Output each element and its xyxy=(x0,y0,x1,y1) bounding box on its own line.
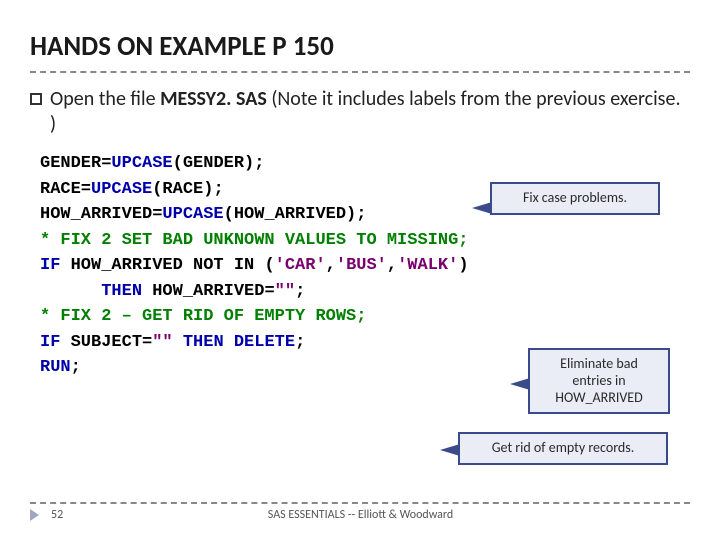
bullet-icon xyxy=(30,93,42,105)
footer: 52 SAS ESSENTIALS -- Elliott & Woodward xyxy=(30,508,690,522)
bullet-item: Open the file MESSY2. SAS (Note it inclu… xyxy=(30,87,690,137)
slide-title: HANDS ON EXAMPLE P 150 xyxy=(30,30,690,63)
title-underline xyxy=(30,71,690,73)
callout-empty-records: Get rid of empty records. xyxy=(458,432,668,465)
bullet-bold: MESSY2. SAS xyxy=(160,87,267,111)
bullet-prefix: Open the file xyxy=(50,87,160,111)
bullet-text: Open the file MESSY2. SAS (Note it inclu… xyxy=(50,87,690,137)
footer-text: SAS ESSENTIALS -- Elliott & Woodward xyxy=(31,508,690,522)
callout-eliminate-bad: Eliminate bad entries in HOW_ARRIVED xyxy=(528,348,670,414)
slide: HANDS ON EXAMPLE P 150 Open the file MES… xyxy=(0,0,720,540)
callout-fix-case: Fix case problems. xyxy=(490,182,660,215)
footer-divider xyxy=(30,502,690,504)
